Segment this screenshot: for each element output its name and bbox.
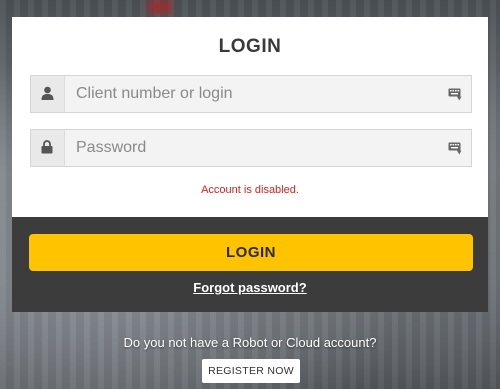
username-field[interactable] bbox=[30, 75, 472, 113]
login-title: LOGIN bbox=[218, 36, 282, 57]
register-question: Do you not have a Robot or Cloud account… bbox=[123, 335, 377, 350]
actions-panel: LOGIN Forgot password? bbox=[12, 217, 488, 312]
lock-icon-box bbox=[31, 130, 65, 166]
forgot-password-container: Forgot password? bbox=[12, 279, 488, 297]
user-icon-box bbox=[31, 76, 65, 112]
password-input[interactable] bbox=[65, 130, 435, 166]
virtual-keyboard-icon[interactable] bbox=[448, 142, 462, 155]
login-button[interactable]: LOGIN bbox=[29, 234, 473, 271]
lock-icon bbox=[41, 140, 53, 154]
forgot-password-link[interactable]: Forgot password? bbox=[193, 280, 306, 295]
login-card: LOGIN Client number or login Account is … bbox=[12, 17, 488, 217]
register-now-button[interactable]: REGISTER NOW bbox=[202, 359, 300, 383]
username-input[interactable] bbox=[65, 76, 435, 112]
user-icon bbox=[41, 86, 54, 100]
background-light bbox=[148, 0, 172, 14]
password-field[interactable] bbox=[30, 129, 472, 167]
error-message: Account is disabled. bbox=[201, 184, 299, 196]
virtual-keyboard-icon[interactable] bbox=[448, 88, 462, 101]
